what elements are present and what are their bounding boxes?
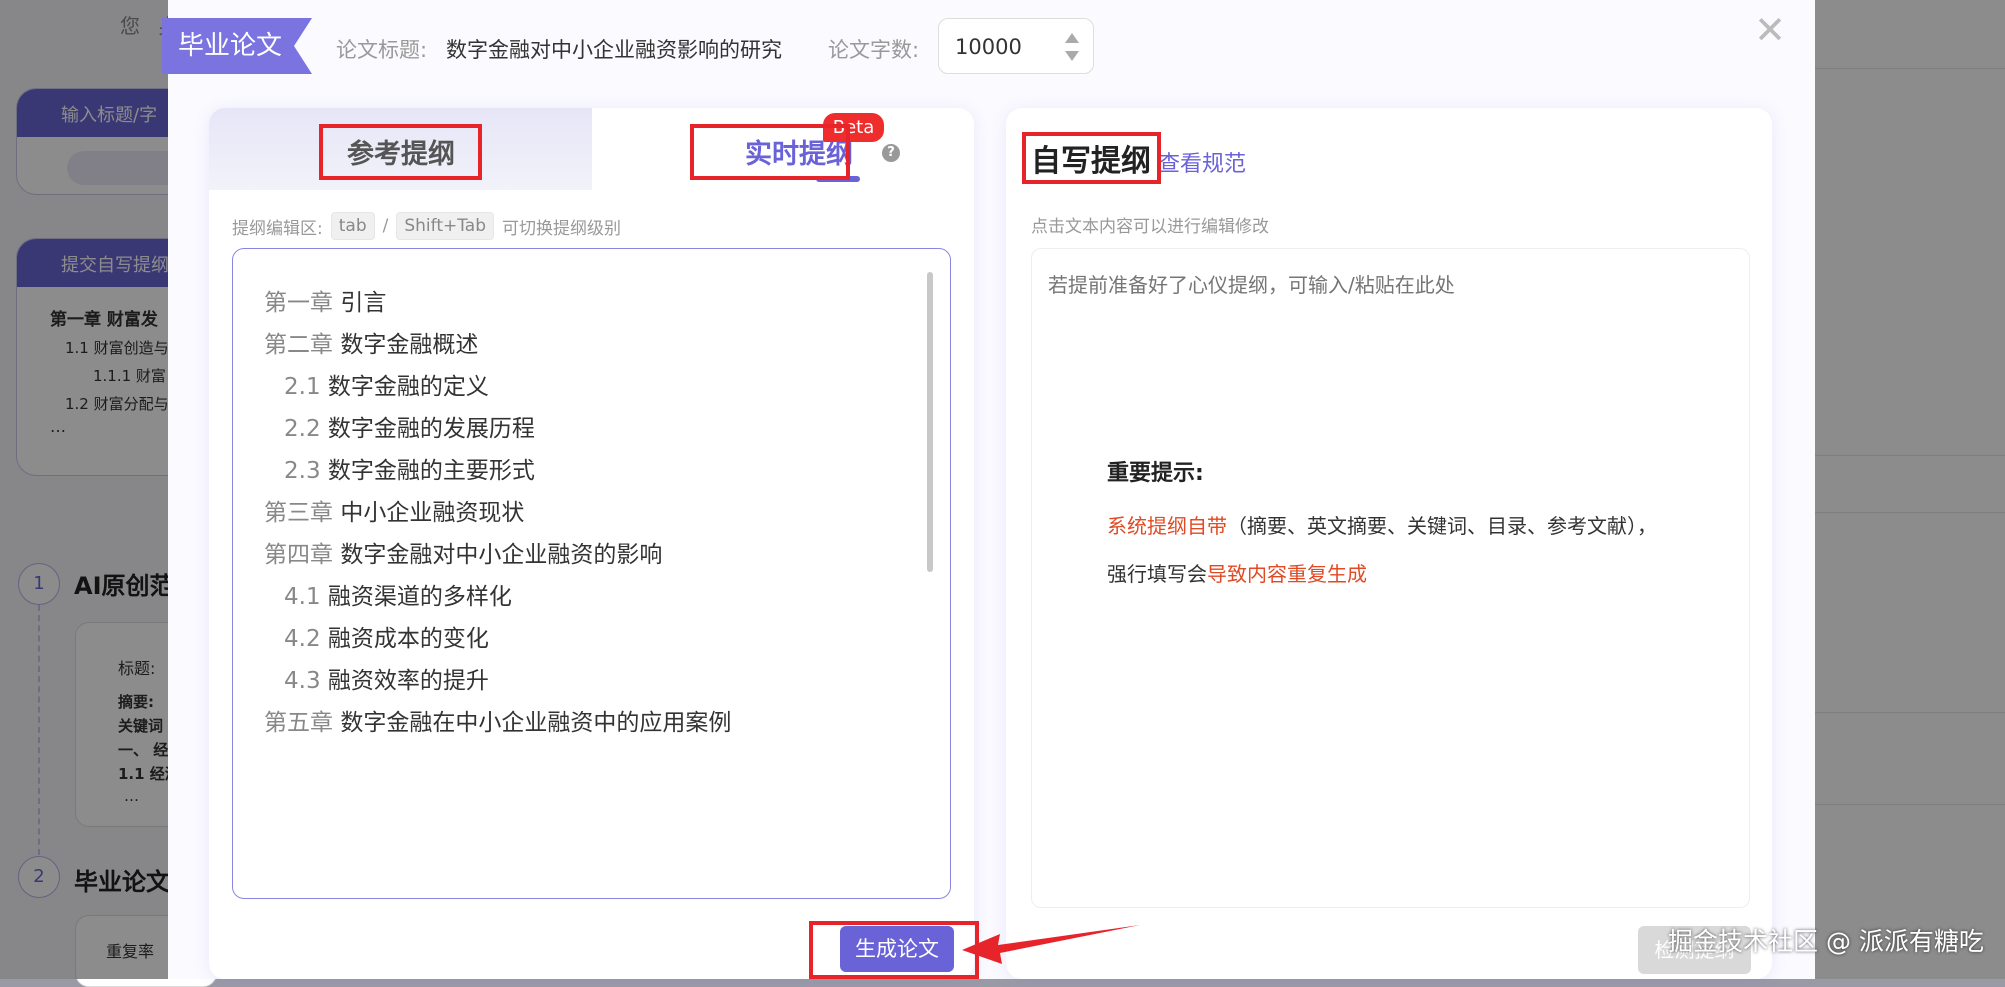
annotation-arrow (962, 925, 1140, 964)
annotation-arrow-shape (962, 925, 1140, 964)
watermark-text: 掘金技术社区 @ 派派有糖吃 (1668, 927, 1984, 956)
